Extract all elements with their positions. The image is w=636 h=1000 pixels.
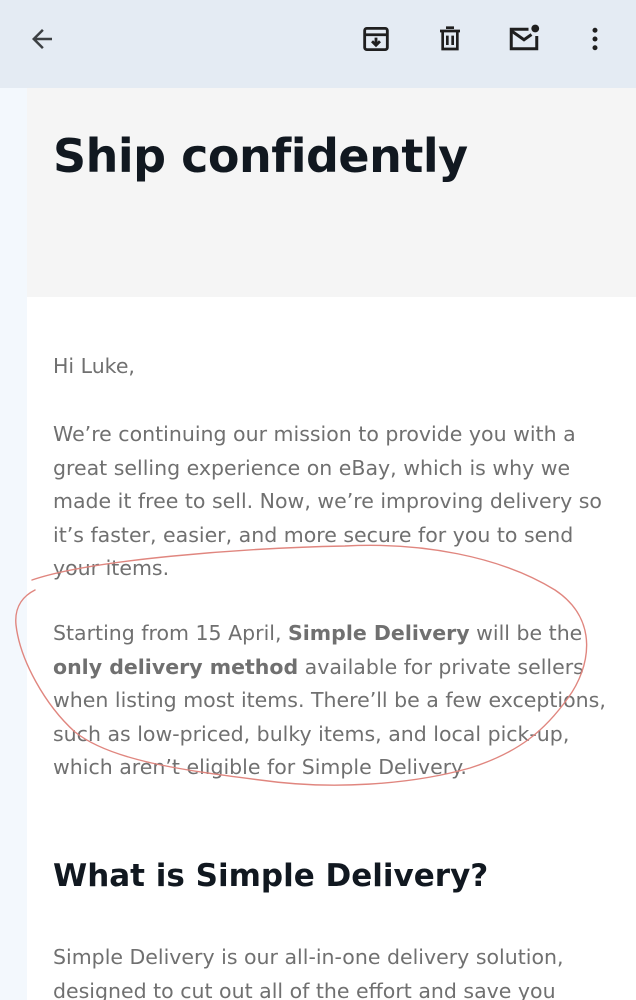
more-vert-icon [592,27,598,51]
email-hero-banner: Ship confidently [27,88,636,297]
more-options-button[interactable] [571,15,619,63]
archive-button[interactable] [352,15,400,63]
section-heading: What is Simple Delivery? [53,858,489,894]
top-app-bar [0,0,636,88]
email-body: Ship confidently Hi Luke, We’re continui… [27,88,636,1000]
delete-button[interactable] [426,15,474,63]
intro-paragraph: We’re continuing our mission to provide … [53,422,602,580]
simple-delivery-description: Simple Delivery is our all-in-one delive… [53,945,564,1000]
email-view: Ship confidently Hi Luke, We’re continui… [0,0,636,1000]
notice-text-1: Starting from 15 April, [53,621,289,645]
greeting-text: Hi Luke, [53,354,135,378]
arrow-left-icon [32,29,52,49]
delivery-notice-paragraph: Starting from 15 April, Simple Delivery … [53,617,613,785]
back-button[interactable] [18,15,66,63]
trash-icon [440,26,460,51]
mark-unread-button[interactable] [500,15,548,63]
simple-delivery-bold: Simple Delivery [288,621,470,645]
only-delivery-method-bold: only delivery method [53,654,299,679]
archive-icon [363,26,389,52]
notice-text-2: will be the [469,621,583,645]
email-headline: Ship confidently [53,129,468,183]
left-margin [0,88,27,1000]
mail-unread-icon [509,24,540,51]
